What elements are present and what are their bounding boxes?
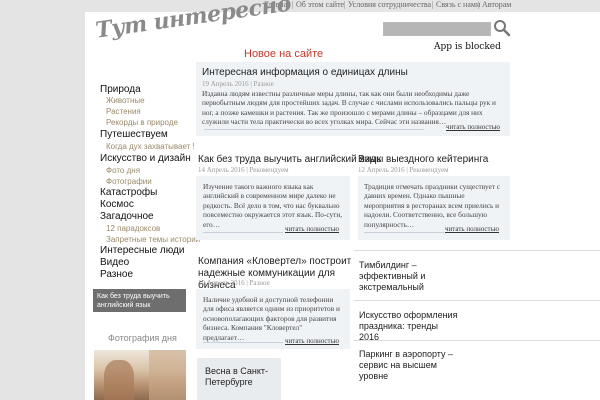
photo-of-day-image[interactable] [94,350,186,400]
divider [354,300,600,301]
divider [354,340,600,341]
read-more-link[interactable]: читать полностью [285,337,339,345]
sidebar-item-travel[interactable]: Путешествуем [100,129,168,140]
article-excerpt: Традиция отмечать праздники существует с… [364,182,500,229]
article-title[interactable]: Интересная информация о единицах длины [202,67,502,79]
sidebar-item-people[interactable]: Интересные люди [100,245,184,256]
sidebar-banner[interactable]: Как без труда выучить английский язык [93,289,186,312]
search-input[interactable] [383,22,491,36]
article-meta: 19 Апрель 2016 | Разное [202,80,274,88]
section-title: Новое на сайте [244,48,324,60]
article-excerpt: Наличие удобной и доступной телефонии дл… [203,295,340,342]
article-title[interactable]: Виды выездного кейтеринга [358,154,508,166]
nav-about[interactable]: Об этом сайте [296,0,344,10]
photo-of-day-title: Фотография дня [108,333,177,343]
blocked-notice: App is blocked [434,42,501,52]
nav-separator [478,1,479,9]
sidebar-item-video[interactable]: Видео [100,257,129,268]
article-excerpt: Издавна людям известны различные меры дл… [202,89,496,127]
side-link-holiday-decor[interactable]: Искусство оформления праздника: тренды 2… [359,310,459,343]
sidebar-item-misc[interactable]: Разное [100,269,133,280]
sidebar-item-disasters[interactable]: Катастрофы [100,187,157,198]
nav-cooperation[interactable]: Условия сотрудничества [348,0,431,10]
sidebar-item-space[interactable]: Космос [100,199,134,210]
article-meta: 12 Апрель 2016 | Рекомендуем [358,166,449,174]
nav-contact[interactable]: Связь с нами [436,0,480,10]
article-catering: Виды выездного кейтеринга 12 Апрель 2016… [358,154,510,174]
sidebar-item-breathtaking[interactable]: Когда дух захватывает ! [106,142,195,151]
article-english-excerpt-box: Изучение такого важного языка как англий… [196,176,350,240]
read-more-line [204,129,424,130]
sidebar-item-photos[interactable]: Фотографии [106,177,152,186]
side-link-teambuilding[interactable]: Тимбилдинг – эффективный и экстремальный [359,260,459,293]
nav-separator [432,1,433,9]
nav-separator [292,1,293,9]
sidebar-item-mysterious[interactable]: Загадочное [100,211,154,222]
sidebar-item-art-design[interactable]: Искусство и дизайн [100,153,191,164]
sidebar-item-paradoxes[interactable]: 12 парадоксов [106,224,160,233]
read-more-line [203,232,283,233]
read-more-line [203,342,283,343]
sidebar-item-records[interactable]: Рекорды в природе [106,118,178,127]
article-catering-excerpt-box: Традиция отмечать праздники существует с… [358,176,510,240]
nav-separator [344,1,345,9]
search-icon[interactable] [493,19,511,37]
article-meta: 12 Апрель 2016 | Разное [198,279,270,287]
article-kloverel: Компания «Кловертел» построит надежные к… [196,256,356,291]
nav-authors[interactable]: Авторам [482,0,511,10]
article-kloverel-excerpt-box: Наличие удобной и доступной телефонии дл… [196,289,350,349]
article-excerpt: Изучение такого важного языка как англий… [203,182,343,229]
sidebar-item-photo-of-day[interactable]: Фото дня [106,166,140,175]
sidebar-item-plants[interactable]: Растения [106,107,141,116]
read-more-link[interactable]: читать полностью [285,225,339,233]
featured-article: Интересная информация о единицах длины 1… [196,62,510,136]
top-navigation: Главная Об этом сайте Условия сотрудниче… [0,0,600,12]
divider [354,250,600,251]
read-more-link[interactable]: читать полностью [445,225,499,233]
sidebar-item-forbidden-history[interactable]: Запретные темы истории [106,235,200,244]
article-meta: 14 Апрель 2016 | Рекомендуем [198,166,289,174]
read-more-line [364,232,444,233]
side-link-airport-parking[interactable]: Паркинг в аэропорту – сервис на высшем у… [359,349,459,382]
read-more-link[interactable]: читать полностью [446,123,500,131]
article-title[interactable]: Как без труда выучить английский язык [198,154,381,166]
sidebar-item-animals[interactable]: Животные [106,96,145,105]
bottom-article-spring-spb[interactable]: Весна в Санкт-Петербурге [197,358,281,400]
sidebar-item-nature[interactable]: Природа [100,84,141,95]
